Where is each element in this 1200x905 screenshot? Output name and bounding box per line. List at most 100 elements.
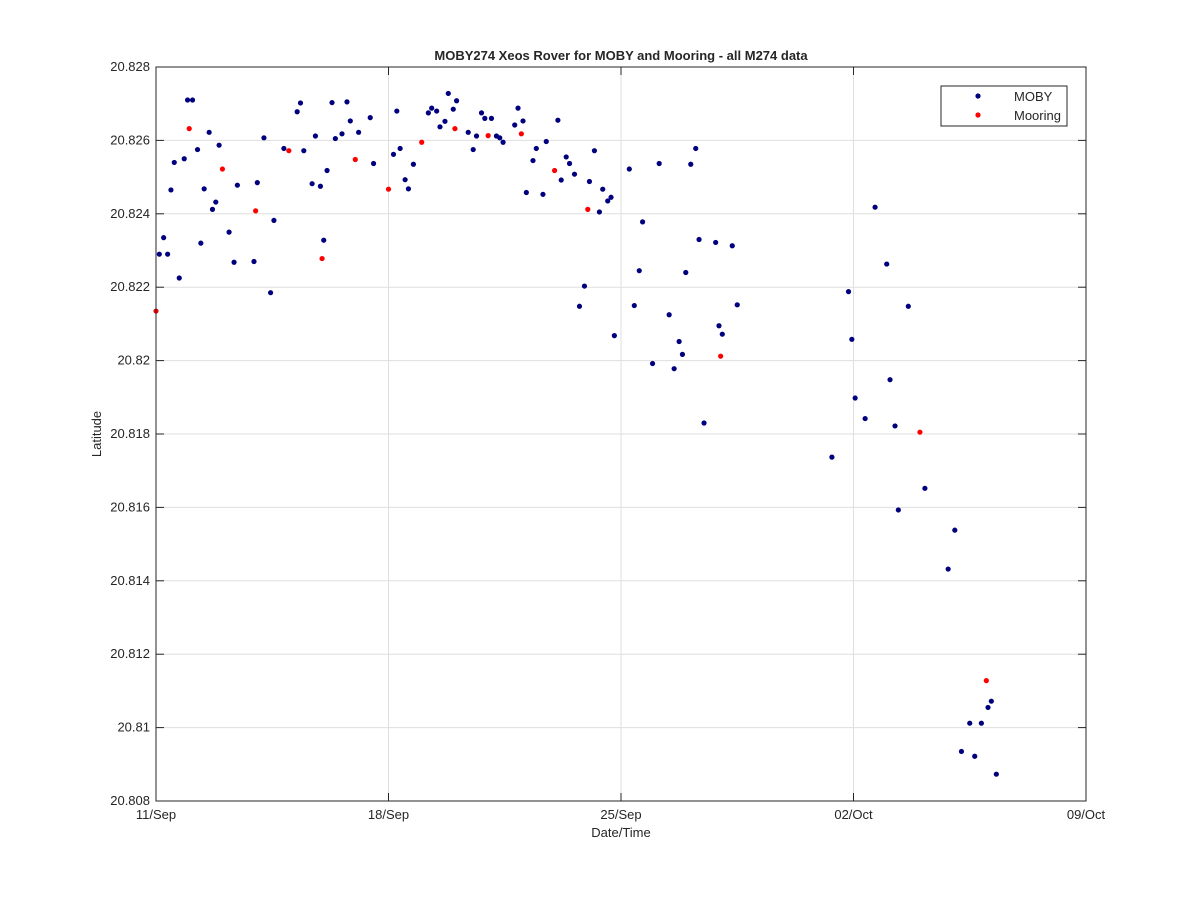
data-point-moby [301,148,307,154]
data-point-moby [410,161,417,167]
data-point-moby [390,151,397,157]
data-point-moby [666,312,672,318]
data-point-moby [683,269,689,276]
data-point-moby [254,180,260,186]
data-point-moby [189,97,196,103]
data-point-moby [696,236,702,243]
data-point-moby [993,771,999,777]
data-point-moby [206,129,212,135]
data-point-moby [636,268,642,274]
data-point-mooring [253,208,259,214]
data-point-moby [161,235,167,241]
y-tick-label: 20.812 [110,646,150,661]
data-point-moby [985,704,991,711]
x-tick-label: 11/Sep [136,807,176,822]
data-point-moby [523,189,529,196]
data-point-moby [226,229,232,235]
data-point-moby [895,507,901,513]
data-point-moby [852,395,858,401]
data-point-mooring [518,131,524,137]
data-point-moby [156,251,162,257]
data-point-moby [676,338,682,345]
data-point-moby [312,133,319,139]
data-point-mooring [452,126,458,132]
data-point-moby [829,454,835,460]
y-tick-label: 20.822 [110,279,150,294]
data-point-moby [558,177,564,183]
data-point-moby [165,251,171,257]
data-point-moby [530,157,536,164]
data-point-moby [515,105,521,111]
data-point-mooring [419,139,425,145]
data-point-moby [713,239,719,246]
data-point-moby [649,360,656,367]
data-point-moby [294,109,300,115]
data-point-moby [566,160,573,167]
data-point-moby [716,323,722,329]
data-point-moby [251,258,257,265]
data-point-moby [497,135,503,141]
data-point-moby [586,178,593,185]
data-point-moby [281,145,287,152]
data-point-moby [892,423,898,429]
data-point-mooring [917,429,923,435]
data-point-moby [862,415,868,422]
data-point-moby [201,186,207,192]
data-point-moby [329,99,335,106]
data-point-mooring [385,186,392,192]
data-point-moby [453,98,460,104]
data-point-moby [429,105,435,111]
data-point-moby [656,160,662,167]
legend-label-mooring: Mooring [1014,108,1061,123]
data-point-moby [872,204,878,210]
data-point-moby [168,187,174,193]
data-point-mooring [319,255,325,262]
data-point-moby [611,333,617,339]
data-point-moby [370,160,377,167]
data-point-moby [734,302,740,308]
y-tick-label: 20.824 [110,206,150,221]
y-tick-label: 20.826 [110,132,150,147]
data-point-moby [591,148,598,154]
data-point-moby [367,115,373,121]
data-point-moby [988,698,994,704]
data-point-moby [344,99,350,105]
data-point-moby [608,194,614,200]
data-point-moby [437,124,443,130]
data-point-moby [194,146,201,153]
data-point-moby [332,135,338,142]
data-point-moby [450,106,456,112]
legend-marker-mooring [975,112,981,118]
data-point-moby [849,336,855,342]
y-tick-label: 20.814 [110,573,150,588]
legend: MOBY Mooring [940,85,1068,127]
data-point-moby [688,161,694,167]
x-axis-label: Date/Time [591,825,650,840]
data-point-moby [887,377,893,383]
data-point-moby [884,261,890,267]
y-tick-label: 20.816 [110,499,150,514]
x-tick-label: 02/Oct [834,807,873,822]
data-point-moby [425,110,431,116]
data-point-moby [520,118,526,124]
y-tick-label: 20.828 [110,59,150,74]
data-point-moby [309,181,315,187]
y-tick-label: 20.81 [117,720,150,735]
data-point-moby [321,237,327,243]
data-point-moby [297,100,304,106]
data-point-moby [576,303,583,309]
data-point-moby [967,720,973,726]
data-point-moby [231,259,237,265]
data-point-moby [600,186,606,192]
legend-marker-moby [975,93,981,99]
data-point-moby [356,129,362,135]
y-tick-label: 20.818 [110,426,150,441]
x-tick-label: 25/Sep [600,807,641,822]
data-point-moby [470,146,476,153]
chart-title: MOBY274 Xeos Rover for MOBY and Mooring … [434,48,808,63]
data-point-moby [729,243,735,249]
data-point-moby [488,115,495,121]
data-point-moby [555,117,561,123]
data-point-moby [581,283,588,289]
data-point-moby [952,527,958,533]
